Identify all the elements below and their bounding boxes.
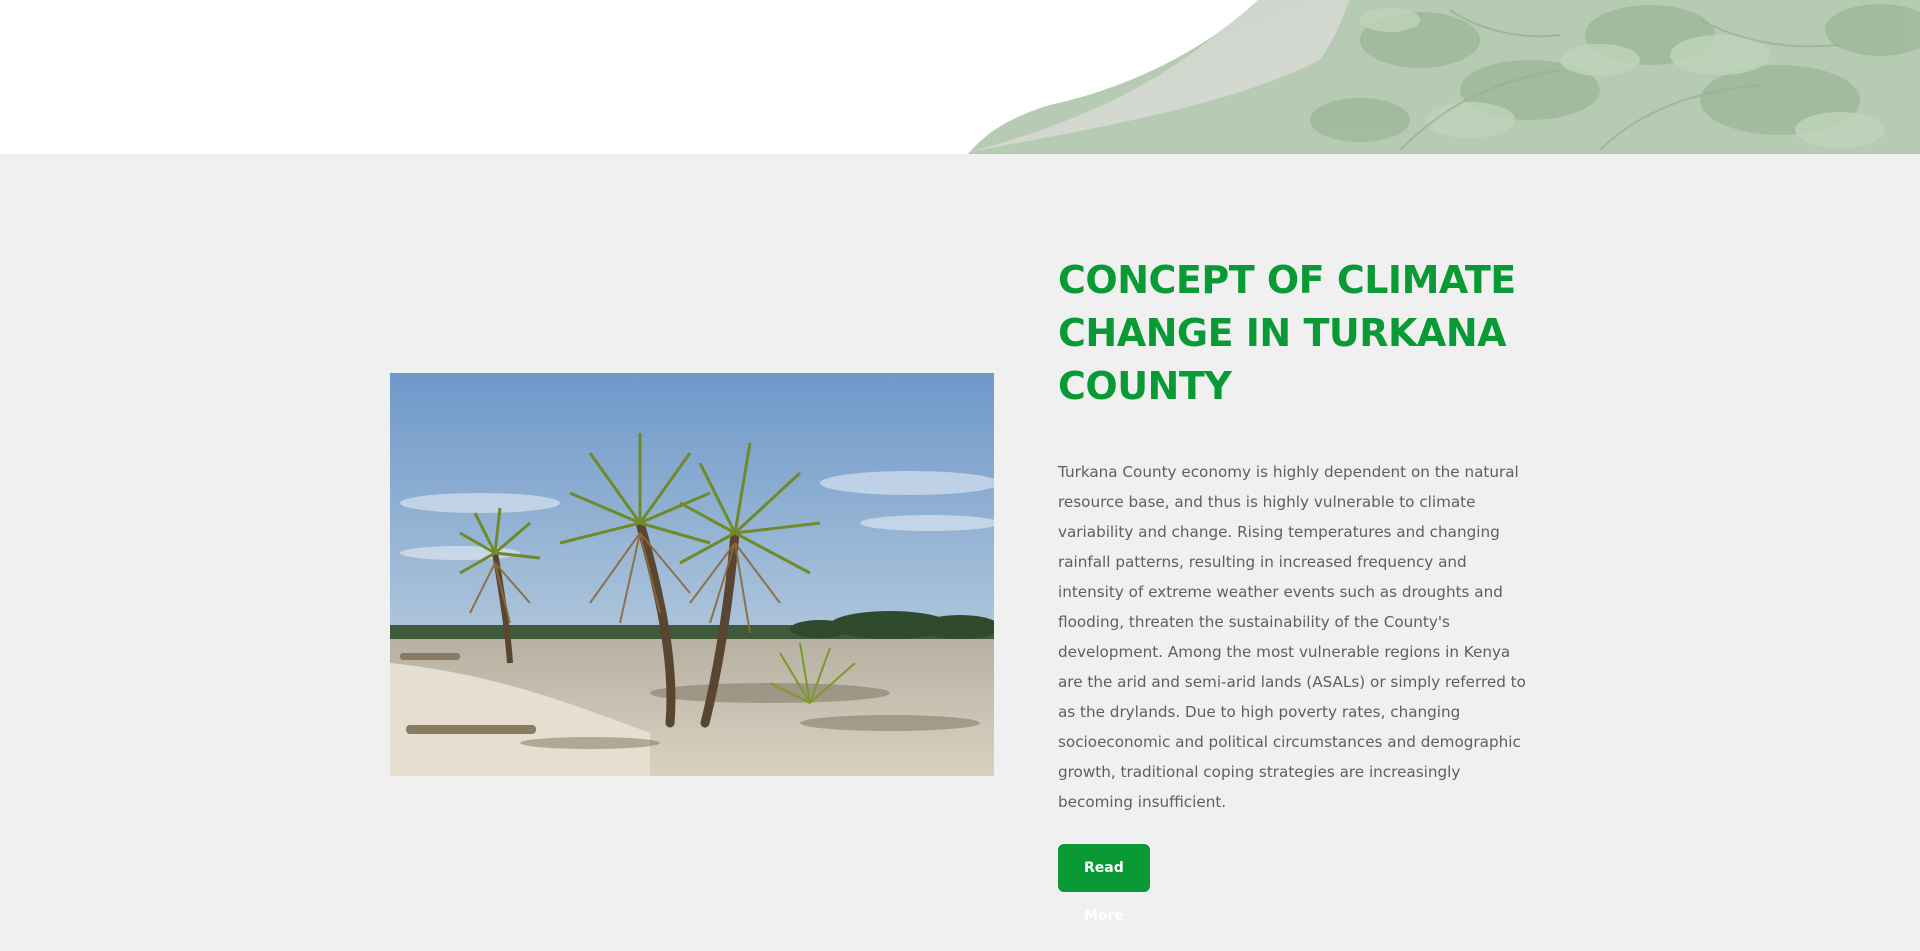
text-column: CONCEPT OF CLIMATE CHANGE IN TURKANA COU… (1058, 254, 1538, 817)
palm-trees-photo (390, 373, 994, 776)
climate-section: CONCEPT OF CLIMATE CHANGE IN TURKANA COU… (0, 154, 1920, 951)
hero-fern-image (968, 0, 1920, 154)
hero-banner (0, 0, 1920, 154)
section-title: CONCEPT OF CLIMATE CHANGE IN TURKANA COU… (1058, 258, 1516, 408)
section-description: Turkana County economy is highly depende… (1058, 463, 1526, 811)
read-more-button[interactable]: Read More (1058, 844, 1150, 924)
